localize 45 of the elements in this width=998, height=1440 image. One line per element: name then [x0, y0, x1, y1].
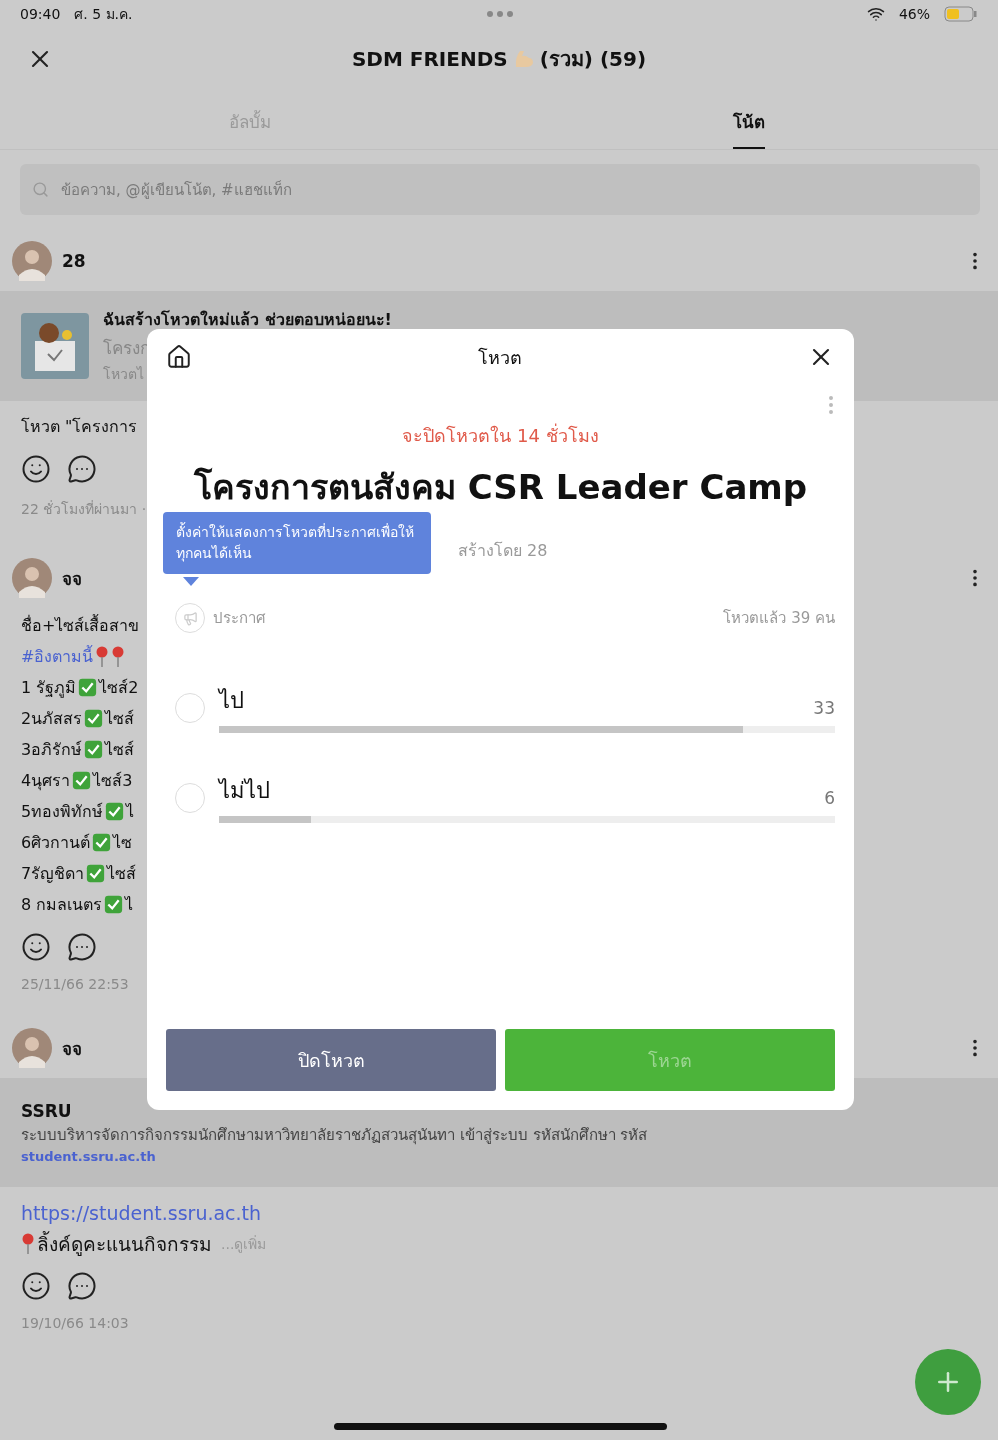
list-text: ไ — [126, 801, 135, 823]
list-text: ไซส์2 — [99, 677, 139, 699]
list-text: ไซส์ — [107, 863, 137, 885]
creator-text: สร้างโดย 28 — [458, 540, 549, 562]
poll-question: โครงการตนสังคม CSR Leader Camp — [192, 466, 809, 509]
option-label: ไม่ไป — [219, 777, 270, 805]
dialog-title: โหวต — [477, 345, 522, 370]
option-label: ไป — [219, 687, 244, 715]
status-date: ศ. 5 ม.ค. — [74, 5, 133, 24]
announce-label: ประกาศ — [213, 608, 266, 629]
author-name: จจ — [62, 1037, 82, 1061]
group-title: SDM FRIENDS — [351, 47, 508, 71]
poll-title: ฉันสร้างโหวตใหม่แล้ว ช่วยตอบหน่อยนะ! — [103, 309, 392, 331]
list-text: 6ศิวกานต์ — [21, 832, 91, 854]
group-title: (รวม) (59) — [539, 46, 647, 73]
author-name: จจ — [62, 567, 82, 591]
list-text: 7รัญชิดา — [21, 863, 85, 885]
post-text: ชื่อ+ไซส์เสื้อสาข — [21, 613, 140, 637]
list-text: ไซส์ — [105, 739, 135, 761]
preview-domain: student.ssru.ac.th — [21, 1149, 156, 1164]
post-text: โหวต "โครงการ — [21, 416, 138, 438]
preview-title: SSRU — [21, 1101, 72, 1121]
tooltip: ตั้งค่าให้แสดงการโหวตที่ประกาศเพื่อให้ทุกคนได้เห็น — [163, 512, 431, 574]
option-count: 33 — [813, 698, 835, 718]
status-time: 09:40 — [20, 6, 61, 22]
post-text: ลิ้งค์ดูคะแนนกิจกรรม — [37, 1230, 212, 1258]
post-time: 25/11/66 22:53 — [21, 976, 130, 992]
deadline-text: จะปิดโหวตใน 14 ชั่วโมง — [401, 422, 600, 448]
list-text: ไซ — [113, 832, 133, 854]
list-text: 5ทองพิทักษ์ — [21, 801, 104, 823]
author-name: 28 — [62, 251, 86, 271]
post-time: 22 ชั่วโมงที่ผ่านมา · — [21, 499, 148, 519]
option-count: 6 — [824, 788, 835, 808]
post-time: 19/10/66 14:03 — [21, 1315, 130, 1331]
list-text: 8 กมลเนตร — [21, 894, 103, 916]
battery-percent: 46% — [898, 6, 930, 22]
list-text: 2นภัสสร — [21, 708, 83, 730]
list-text: ไซส์3 — [93, 770, 133, 792]
list-text: 1 รัฐภูมิ — [21, 677, 77, 700]
list-text: 3อภิรักษ์ — [21, 739, 83, 761]
preview-description: ระบบบริหารจัดการกิจกรรมนักศึกษามหาวิทยาลัยราชภัฏสวนสุนันทา เข้าสู่ระบบ รหัสนักศึกษา รหัส — [21, 1125, 648, 1147]
voter-count: โหวตแล้ว 39 คน — [723, 608, 835, 629]
list-text: 4นุศรา — [21, 770, 71, 793]
list-text: ไ — [125, 894, 134, 916]
list-text: ไซส์ — [105, 708, 135, 730]
